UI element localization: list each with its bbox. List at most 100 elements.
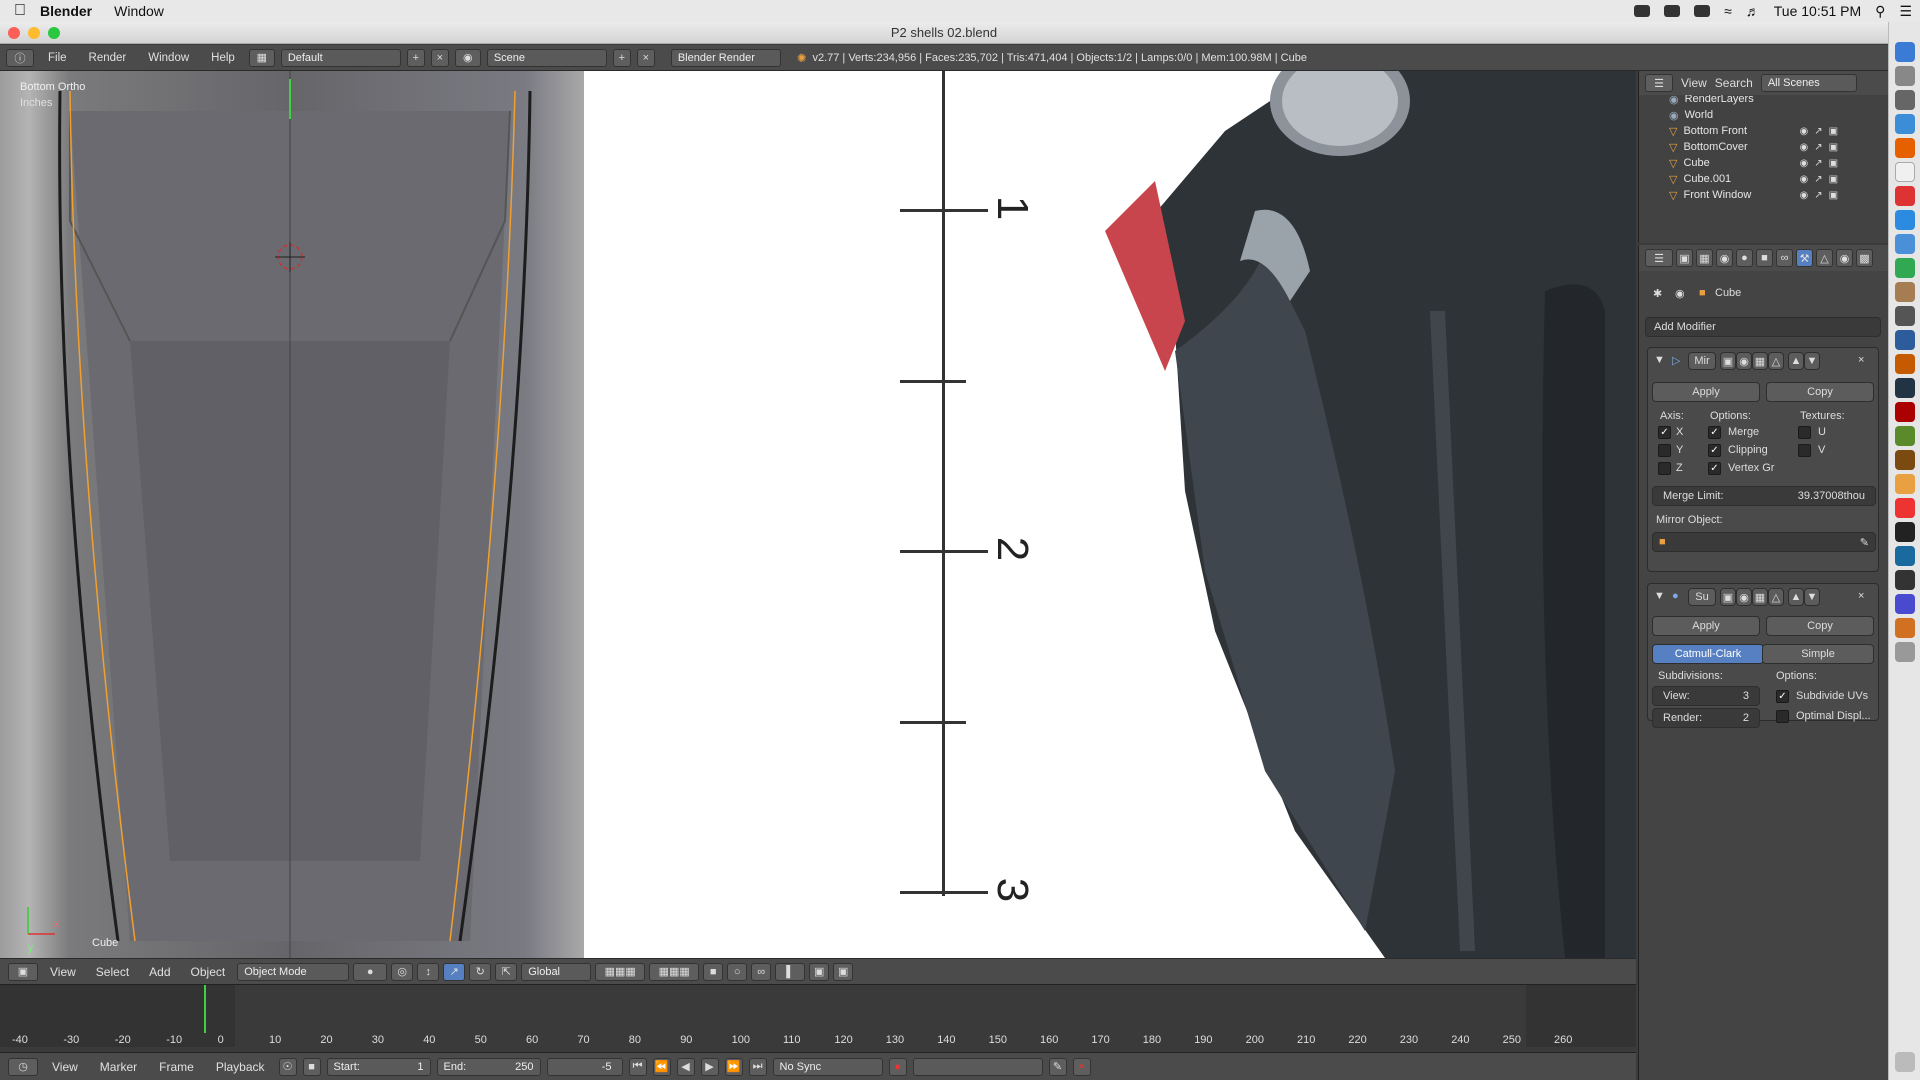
eyedropper-icon[interactable]: ✎ bbox=[1860, 536, 1869, 549]
merge-limit-field[interactable]: Merge Limit: 39.37008thou bbox=[1652, 486, 1876, 506]
subsurf-name-field[interactable]: Su bbox=[1688, 588, 1716, 606]
modifiers-tab-icon[interactable]: ⚒ bbox=[1796, 249, 1813, 267]
outliner-scope-select[interactable]: All Scenes bbox=[1760, 74, 1857, 92]
eye-icon[interactable]: ◉ bbox=[1799, 142, 1808, 153]
terminal-icon[interactable] bbox=[1895, 306, 1915, 326]
firefox-icon[interactable] bbox=[1895, 138, 1915, 158]
editor-type-icon[interactable]: ☰ bbox=[1645, 74, 1673, 92]
subsurf-apply-button[interactable]: Apply bbox=[1652, 616, 1760, 636]
scene-icon[interactable]: ◉ bbox=[454, 48, 481, 67]
render-tab-icon[interactable]: ▣ bbox=[1676, 249, 1693, 267]
optimal-display-checkbox[interactable] bbox=[1776, 710, 1789, 723]
remove-modifier-icon[interactable]: × bbox=[1858, 354, 1864, 366]
unity-icon[interactable] bbox=[1895, 570, 1915, 590]
record-icon[interactable]: ● bbox=[888, 1057, 907, 1076]
system-prefs-icon[interactable] bbox=[1895, 90, 1915, 110]
remove-modifier-icon[interactable]: × bbox=[1858, 590, 1864, 602]
editmode-toggle-icon[interactable]: ▦ bbox=[1752, 352, 1768, 370]
downloads-icon[interactable] bbox=[1895, 642, 1915, 662]
mirror-object-field[interactable]: ■ ✎ bbox=[1652, 532, 1876, 552]
editor-type-icon[interactable]: ◷ bbox=[8, 1057, 38, 1076]
render-engine-select[interactable]: Blender Render bbox=[670, 48, 781, 67]
move-up-icon[interactable]: ▲ bbox=[1788, 352, 1804, 370]
safari-icon[interactable] bbox=[1895, 114, 1915, 134]
viewport-toggle-icon[interactable]: ◉ bbox=[1736, 352, 1752, 370]
editmode-toggle-icon[interactable]: ▦ bbox=[1752, 588, 1768, 606]
app-menu[interactable]: Blender bbox=[40, 3, 92, 19]
drive-icon[interactable] bbox=[1694, 5, 1711, 17]
lock-icon[interactable]: ■ bbox=[703, 962, 724, 981]
camera-render-icon[interactable]: ▣ bbox=[833, 962, 854, 981]
translate-icon[interactable]: ↗ bbox=[443, 962, 466, 981]
cage-toggle-icon[interactable]: △ bbox=[1768, 352, 1784, 370]
next-keyframe-icon[interactable]: ⏩ bbox=[724, 1057, 743, 1076]
zoom-window-button[interactable] bbox=[48, 27, 60, 39]
render-icon[interactable]: ▣ bbox=[1829, 126, 1838, 137]
render-icon[interactable]: ▣ bbox=[1829, 158, 1838, 169]
scene-tab-icon[interactable]: ◉ bbox=[1716, 249, 1733, 267]
illustrator-icon[interactable] bbox=[1895, 354, 1915, 374]
app-icon-2[interactable] bbox=[1895, 546, 1915, 566]
muse-icon[interactable] bbox=[1895, 426, 1915, 446]
mirror-name-field[interactable]: Mir bbox=[1688, 352, 1716, 370]
editor-type-icon[interactable]: ☰ bbox=[1645, 249, 1673, 267]
3d-viewport[interactable]: Bottom Ortho Inches x y Cube 1 2 3 bbox=[0, 71, 1636, 958]
shading-select-icon[interactable]: ● bbox=[353, 962, 388, 981]
options-checkbox[interactable]: ✓ bbox=[1708, 444, 1721, 457]
cage-toggle-icon[interactable]: △ bbox=[1768, 588, 1784, 606]
menu-view[interactable]: View bbox=[44, 1060, 86, 1074]
jump-start-icon[interactable]: ⏮ bbox=[628, 1057, 647, 1076]
layers-tab-icon[interactable]: ▦ bbox=[1696, 249, 1713, 267]
scale-icon[interactable]: ⇱ bbox=[495, 962, 518, 981]
wifi-icon[interactable]: ≈ bbox=[1724, 3, 1732, 19]
close-window-button[interactable] bbox=[8, 27, 20, 39]
menu-help[interactable]: Help bbox=[203, 52, 243, 64]
data-tab-icon[interactable]: △ bbox=[1816, 249, 1833, 267]
add-modifier-select[interactable]: Add Modifier bbox=[1645, 317, 1881, 337]
move-up-icon[interactable]: ▲ bbox=[1788, 588, 1804, 606]
layers-grid-2[interactable]: ▦▦▦ bbox=[649, 962, 700, 981]
subsurf-copy-button[interactable]: Copy bbox=[1766, 616, 1874, 636]
play-reverse-icon[interactable]: ◀ bbox=[676, 1057, 695, 1076]
numbers-icon[interactable] bbox=[1895, 258, 1915, 278]
remove-scene-icon[interactable]: × bbox=[636, 48, 655, 67]
axis-checkbox[interactable]: ✓ bbox=[1658, 426, 1671, 439]
viewport-toggle-icon[interactable]: ◉ bbox=[1736, 588, 1752, 606]
render-icon[interactable]: ▣ bbox=[1829, 142, 1838, 153]
menu-marker[interactable]: Marker bbox=[92, 1060, 145, 1074]
notes-icon[interactable] bbox=[1895, 162, 1915, 182]
outliner-menu-search[interactable]: Search bbox=[1715, 76, 1753, 90]
view-levels-field[interactable]: View: 3 bbox=[1652, 686, 1760, 706]
steam-icon[interactable] bbox=[1895, 522, 1915, 542]
textures-checkbox[interactable] bbox=[1798, 444, 1811, 457]
keying-set-field[interactable] bbox=[912, 1057, 1043, 1076]
launchpad-icon[interactable] bbox=[1895, 66, 1915, 86]
app-icon[interactable] bbox=[1895, 498, 1915, 518]
pin-icon[interactable]: ✱ bbox=[1653, 287, 1662, 300]
volume-icon[interactable]: ♬ bbox=[1746, 3, 1760, 19]
lock-range-icon[interactable]: ■ bbox=[302, 1057, 321, 1076]
eye-icon[interactable]: ◉ bbox=[1799, 126, 1808, 137]
layers-grid-1[interactable]: ▦▦▦ bbox=[595, 962, 646, 981]
menu-frame[interactable]: Frame bbox=[151, 1060, 202, 1074]
app-icon-3[interactable] bbox=[1895, 594, 1915, 614]
prev-keyframe-icon[interactable]: ⏪ bbox=[652, 1057, 671, 1076]
mail-icon[interactable] bbox=[1895, 234, 1915, 254]
cursor-icon[interactable]: ↗ bbox=[1814, 190, 1822, 201]
messages-icon[interactable] bbox=[1895, 210, 1915, 230]
trash-icon[interactable] bbox=[1895, 1052, 1915, 1072]
notification-icon[interactable]: ☰ bbox=[1899, 3, 1912, 20]
add-scene-icon[interactable]: + bbox=[612, 48, 631, 67]
camera-icon[interactable] bbox=[1664, 5, 1681, 17]
preview-range-icon[interactable]: ☉ bbox=[278, 1057, 297, 1076]
texture-tab-icon[interactable]: ▩ bbox=[1856, 249, 1873, 267]
textures-checkbox[interactable] bbox=[1798, 426, 1811, 439]
collapse-icon[interactable]: ▼ bbox=[1654, 354, 1665, 366]
bridge-icon[interactable] bbox=[1895, 450, 1915, 470]
current-frame-field[interactable]: -5 bbox=[546, 1057, 623, 1076]
cursor-icon[interactable]: ↗ bbox=[1814, 174, 1822, 185]
axis-checkbox[interactable] bbox=[1658, 444, 1671, 457]
blender-icon[interactable] bbox=[1895, 474, 1915, 494]
pivot-icon[interactable]: ◎ bbox=[391, 962, 414, 981]
axis-checkbox[interactable] bbox=[1658, 462, 1671, 475]
